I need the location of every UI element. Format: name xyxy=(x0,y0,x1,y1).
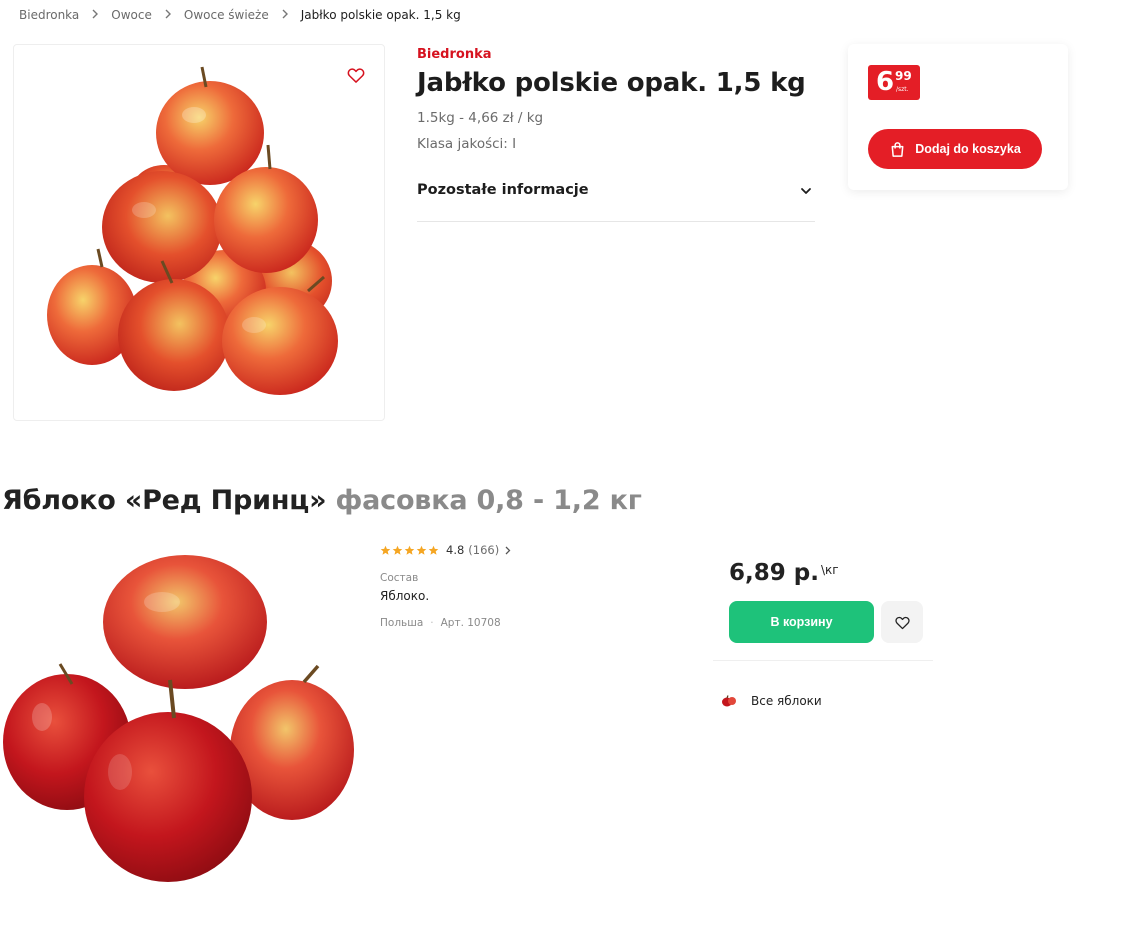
other-info-accordion[interactable]: Pozostałe informacje xyxy=(417,172,815,222)
star-icon xyxy=(380,545,391,555)
star-icon xyxy=(428,545,439,555)
composition-label: Состав xyxy=(380,572,419,584)
price-cents: 99 xyxy=(895,69,912,83)
product-image-card xyxy=(13,44,385,421)
add-to-cart-button[interactable]: Dodaj do koszyka xyxy=(868,129,1042,169)
rating-count: (166) xyxy=(468,543,500,557)
product-title-ru: Яблоко «Ред Принц» фасовка 0,8 - 1,2 кг xyxy=(2,485,642,516)
product-image-red-prince xyxy=(3,555,354,882)
star-icon xyxy=(416,545,427,555)
breadcrumb-link-owoce[interactable]: Owoce xyxy=(111,8,152,22)
brand-link[interactable]: Biedronka xyxy=(417,47,492,62)
add-to-cart-button-ru[interactable]: В корзину xyxy=(729,601,874,643)
heart-icon xyxy=(894,616,910,629)
stars xyxy=(380,545,440,556)
price-main: 6 xyxy=(876,67,895,97)
breadcrumb-link-biedronka[interactable]: Biedronka xyxy=(19,8,79,22)
add-to-cart-label: Dodaj do koszyka xyxy=(915,142,1021,156)
article-number: Арт. 10708 xyxy=(440,617,501,629)
rating-link[interactable]: 4.8 (166) xyxy=(380,543,512,557)
product-title-main: Яблоко «Ред Принц» xyxy=(2,485,327,516)
weight-price-per-kg: 1.5kg - 4,66 zł / kg xyxy=(417,110,544,126)
price-unit: \кг xyxy=(820,563,839,577)
price-block: 6,89 р. \кг xyxy=(729,560,839,586)
price-unit: /szt. xyxy=(896,86,909,93)
buy-box: 6 99 /szt. Dodaj do koszyka xyxy=(848,44,1068,190)
composition-value: Яблоко. xyxy=(380,589,430,603)
origin-separator: · xyxy=(430,617,434,629)
chevron-right-icon xyxy=(280,8,290,22)
shopping-bag-icon xyxy=(891,141,904,157)
origin-info: Польша · Арт. 10708 xyxy=(380,617,501,629)
breadcrumb-link-owoce-swieze[interactable]: Owoce świeże xyxy=(184,8,269,22)
chevron-down-icon xyxy=(801,188,811,194)
rating-score: 4.8 xyxy=(446,543,465,557)
star-icon xyxy=(404,545,415,555)
accordion-label: Pozostałe informacje xyxy=(417,182,589,198)
quality-class: Klasa jakości: I xyxy=(417,136,517,152)
price-value: 6,89 р. xyxy=(729,560,819,586)
product-image-apples-pile xyxy=(47,66,338,395)
price-badge: 6 99 /szt. xyxy=(868,65,920,100)
chevron-right-icon xyxy=(163,8,173,22)
breadcrumb: Biedronka Owoce Owoce świeże Jabłko pols… xyxy=(19,8,461,22)
all-apples-link[interactable]: Все яблоки xyxy=(721,694,822,708)
product-title-pack: фасовка 0,8 - 1,2 кг xyxy=(335,485,642,516)
all-apples-label: Все яблоки xyxy=(751,694,822,708)
divider xyxy=(713,660,933,661)
favorite-button[interactable] xyxy=(881,601,923,643)
origin-country: Польша xyxy=(380,617,424,629)
apple-icon xyxy=(722,695,736,707)
chevron-right-icon xyxy=(505,546,511,554)
breadcrumb-current: Jabłko polskie opak. 1,5 kg xyxy=(300,8,461,22)
chevron-right-icon xyxy=(90,8,100,22)
star-icon xyxy=(392,545,403,555)
page-title: Jabłko polskie opak. 1,5 kg xyxy=(417,68,806,98)
